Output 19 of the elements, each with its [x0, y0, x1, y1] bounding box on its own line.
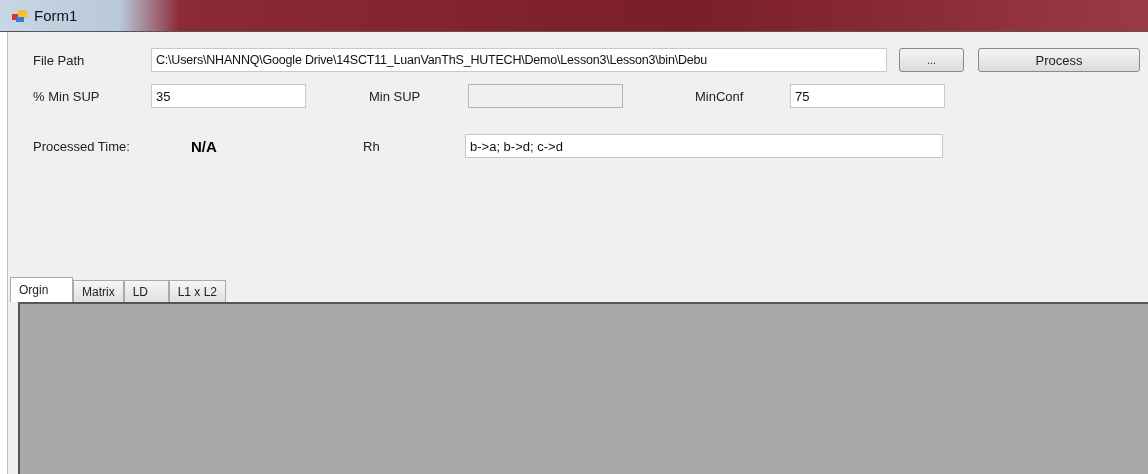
field-label: % Min SUP [33, 88, 101, 104]
min-sup-percent-field[interactable]: 35 [151, 84, 306, 108]
browse-button[interactable]: ... [899, 48, 964, 72]
tab[interactable]: Orgin [10, 277, 73, 302]
tab[interactable]: L1 x L2 [168, 280, 227, 302]
field-label: Processed Time: [33, 138, 131, 154]
field-label: Rh [362, 138, 381, 154]
field-label: Min SUP [369, 88, 422, 104]
field-label: MinConf [695, 88, 745, 104]
processed-time-value: N/A [191, 137, 218, 155]
tab[interactable]: Matrix [73, 280, 124, 302]
window-icon [12, 8, 28, 23]
rh-field[interactable]: b->a; b->d; c->d [465, 134, 943, 158]
field-label: File Path [33, 52, 86, 68]
process-button[interactable]: Process [978, 48, 1140, 72]
window-title: Form1 [34, 7, 78, 24]
min-conf-field[interactable]: 75 [790, 84, 945, 108]
file-path-field[interactable]: C:\Users\NHANNQ\Google Drive\14SCT11_LuanVanThS_HUTECH\Demo\Lesson3\Lesson3\bin\Debu [151, 48, 887, 72]
tab[interactable]: LD [123, 280, 169, 302]
